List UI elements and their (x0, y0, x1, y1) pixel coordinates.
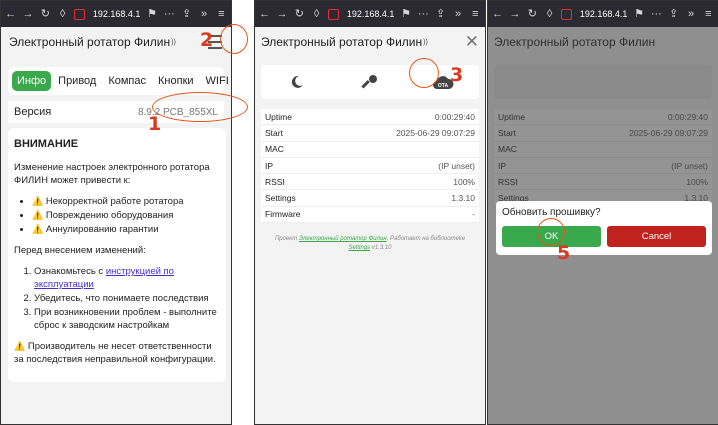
annotation-ellipse-version (152, 92, 248, 122)
insecure-lock-icon[interactable] (328, 8, 339, 20)
before-changes: Перед внесением изменений: (14, 245, 146, 256)
tab-drive[interactable]: Привод (53, 71, 101, 91)
forward-icon[interactable]: → (22, 1, 33, 27)
tab-buttons[interactable]: Кнопки (153, 71, 199, 91)
share-icon[interactable]: ⇪ (181, 1, 192, 27)
back-icon[interactable]: ← (5, 1, 16, 27)
overflow-icon[interactable]: » (198, 1, 209, 27)
list-item: При возникновении проблем - выполните сб… (34, 306, 220, 332)
shield-icon[interactable]: ◊ (544, 1, 555, 27)
annotation-number-2: 2 (200, 29, 214, 51)
dialog-question: Обновить прошивку? (502, 207, 601, 218)
svg-text:OTA: OTA (438, 83, 449, 89)
menu-header: Электронный ротатор Филин )) ✕ (255, 27, 485, 57)
reload-icon[interactable]: ↻ (40, 1, 51, 27)
browser-toolbar: ← → ↻ ◊ 192.168.4.1 ⚑ ··· ⇪ » ≡ (255, 1, 485, 27)
back-icon[interactable]: ← (259, 1, 270, 27)
close-icon[interactable]: ✕ (465, 32, 479, 52)
project-link[interactable]: Электронный ротатор Филин (299, 236, 387, 242)
annotation-ellipse-ota (409, 58, 439, 88)
translate-icon[interactable]: ⚑ (146, 1, 157, 27)
reload-icon[interactable]: ↻ (527, 1, 538, 27)
wifi-icon: )) (171, 38, 176, 46)
moon-icon[interactable] (286, 71, 308, 93)
overflow-icon[interactable]: » (685, 1, 696, 27)
list-item: Убедитесь, что понимаете последствия (34, 292, 220, 305)
browser-menu-icon[interactable]: ≡ (703, 1, 714, 27)
forward-icon[interactable]: → (509, 1, 520, 27)
shield-icon[interactable]: ◊ (311, 1, 322, 27)
warning-heading: ВНИМАНИЕ (14, 138, 79, 150)
insecure-lock-icon[interactable] (561, 8, 572, 20)
tab-compass[interactable]: Компас (103, 71, 151, 91)
app-title: Электронный ротатор Филин (9, 35, 171, 49)
app-title: Электронный ротатор Филин (261, 35, 423, 49)
footer-note: Проект Электронный ротатор Филин. Работа… (274, 236, 466, 252)
table-row: IP(IP unset) (261, 158, 479, 175)
reload-icon[interactable]: ↻ (294, 1, 305, 27)
steps-list: Ознакомьтесь с инструкцией по эксплуатац… (34, 265, 220, 332)
browser-menu-icon[interactable]: ≡ (216, 1, 227, 27)
risk-list: ⚠️ Некорректной работе ротатора ⚠️ Повре… (32, 195, 220, 236)
tab-wifi[interactable]: WIFI (201, 71, 231, 91)
page-actions-icon[interactable]: ··· (164, 1, 175, 27)
wifi-icon: )) (423, 38, 428, 46)
disclaimer: ⚠️ Производитель не несет ответственност… (14, 341, 216, 365)
confirm-dialog: Обновить прошивку? OK Cancel (496, 201, 712, 255)
warning-intro: Изменение настроек электронного ротатора… (14, 162, 210, 186)
table-row: Firmware - (261, 207, 479, 224)
list-item: Ознакомьтесь с инструкцией по эксплуатац… (34, 265, 220, 291)
annotation-ellipse-menu (220, 24, 248, 54)
table-row: RSSI100% (261, 174, 479, 191)
share-icon[interactable]: ⇪ (668, 1, 679, 27)
tab-bar: Инфо Привод Компас Кнопки WIFI (8, 67, 229, 95)
forward-icon[interactable]: → (276, 1, 287, 27)
translate-icon[interactable]: ⚑ (633, 1, 644, 27)
table-row: MAC (261, 142, 479, 158)
library-link[interactable]: Settings (348, 245, 370, 251)
list-item: ⚠️ Повреждению оборудования (32, 209, 220, 222)
warning-icon: ⚠️ (32, 224, 44, 234)
key-icon[interactable] (359, 71, 381, 93)
screen-update-confirm: ← → ↻ ◊ 192.168.4.1 ⚑ ··· ⇪ » ≡ Электрон… (487, 0, 718, 425)
page-actions-icon[interactable]: ··· (418, 1, 429, 27)
list-item: ⚠️ Аннулированию гарантии (32, 223, 220, 236)
address-bar[interactable]: 192.168.4.1 (580, 9, 628, 19)
shield-icon[interactable]: ◊ (57, 1, 68, 27)
share-icon[interactable]: ⇪ (435, 1, 446, 27)
browser-toolbar: ← → ↻ ◊ 192.168.4.1 ⚑ ··· ⇪ » ≡ (1, 1, 231, 27)
cancel-button[interactable]: Cancel (607, 226, 706, 247)
list-item: ⚠️ Некорректной работе ротатора (32, 195, 220, 208)
table-row: Uptime0:00:29:40 (261, 109, 479, 126)
translate-icon[interactable]: ⚑ (400, 1, 411, 27)
warning-icon: ⚠️ (32, 196, 44, 206)
table-row: Start2025-06-29 09:07:29 (261, 125, 479, 142)
browser-menu-icon[interactable]: ≡ (470, 1, 481, 27)
version-label: Версия (14, 106, 52, 118)
info-table: Uptime0:00:29:40 Start2025-06-29 09:07:2… (261, 109, 479, 224)
app-header: Электронный ротатор Филин )) (1, 27, 231, 57)
warning-icon: ⚠️ (14, 341, 26, 351)
warning-box: ВНИМАНИЕ Изменение настроек электронного… (8, 128, 226, 382)
overflow-icon[interactable]: » (452, 1, 463, 27)
page-actions-icon[interactable]: ··· (651, 1, 662, 27)
back-icon[interactable]: ← (492, 1, 503, 27)
warning-icon: ⚠️ (32, 210, 44, 220)
address-bar[interactable]: 192.168.4.1 (93, 9, 141, 19)
annotation-number-3: 3 (450, 64, 464, 86)
insecure-lock-icon[interactable] (74, 8, 85, 20)
tab-info[interactable]: Инфо (12, 71, 52, 91)
menu-icon-bar: OTA (261, 65, 479, 99)
annotation-number-5: 5 (557, 242, 571, 264)
table-row: Settings1.3.10 (261, 190, 479, 207)
annotation-number-1: 1 (148, 113, 162, 135)
browser-toolbar: ← → ↻ ◊ 192.168.4.1 ⚑ ··· ⇪ » ≡ (488, 1, 718, 27)
address-bar[interactable]: 192.168.4.1 (347, 9, 395, 19)
screen-info: ← → ↻ ◊ 192.168.4.1 ⚑ ··· ⇪ » ≡ Электрон… (0, 0, 232, 425)
